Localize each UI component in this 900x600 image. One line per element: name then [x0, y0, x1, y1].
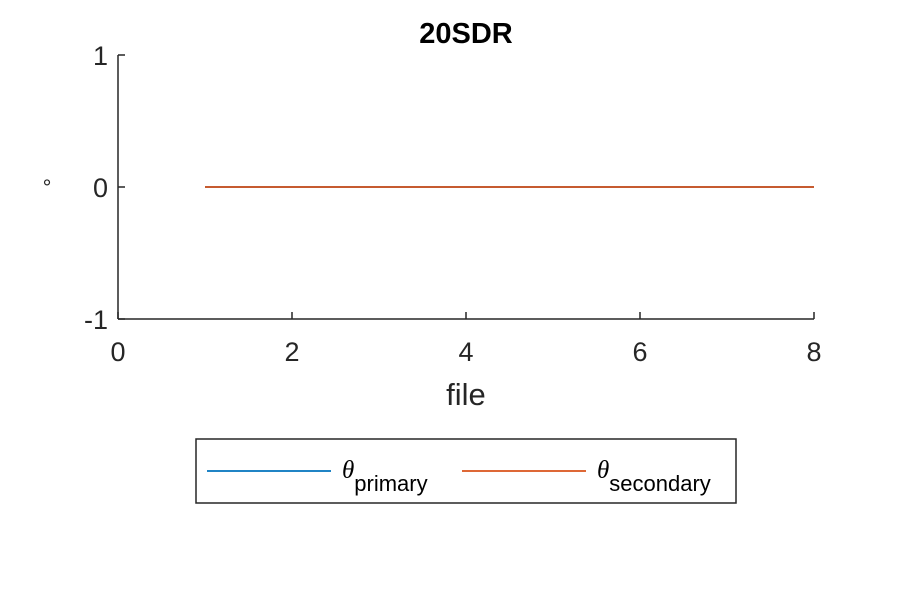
- x-axis-label: file: [446, 377, 486, 412]
- legend-subscript-primary: primary: [354, 471, 427, 496]
- chart-canvas: 20SDR 02468 -101 file ° θprimary θsecond…: [43, 18, 822, 504]
- legend-symbol-primary: θ: [342, 457, 354, 484]
- y-tick-label: -1: [84, 305, 108, 335]
- x-tick-label: 8: [806, 337, 821, 367]
- legend: θprimary θsecondary: [195, 438, 737, 504]
- x-ticks: 0 2 4 6 8: [110, 312, 822, 367]
- x-tick-label: 0: [110, 337, 125, 367]
- x-tick-label: 2: [284, 337, 299, 367]
- x-tick-label: 4: [458, 337, 473, 367]
- legend-symbol-secondary: θ: [597, 457, 609, 484]
- y-tick-label: 0: [93, 173, 108, 203]
- legend-subscript-secondary: secondary: [609, 471, 711, 496]
- y-axis-label: °: [43, 175, 52, 200]
- chart-title: 20SDR: [419, 18, 513, 50]
- y-ticks: -1 0 1: [84, 41, 125, 335]
- y-tick-label: 1: [93, 41, 108, 71]
- x-tick-label: 6: [632, 337, 647, 367]
